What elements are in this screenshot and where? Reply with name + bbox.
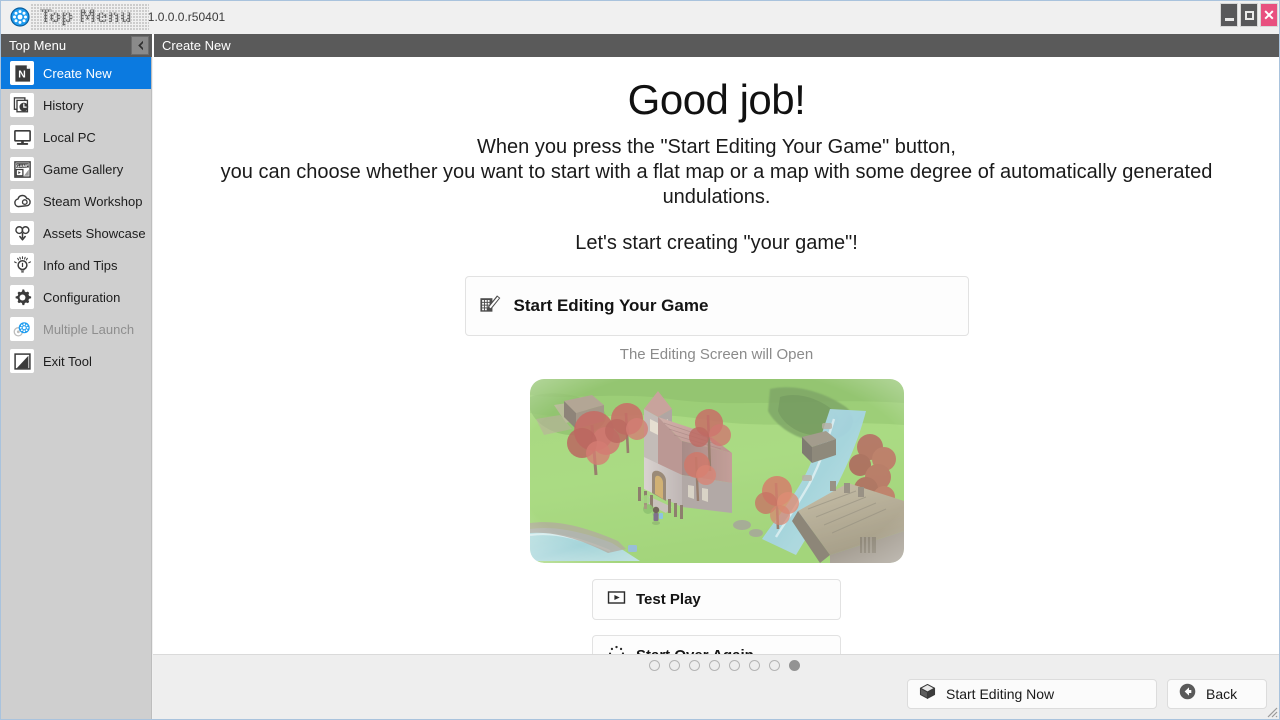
back-circle-arrow-icon (1178, 682, 1197, 706)
description-line-1: When you press the "Start Editing Your G… (477, 136, 956, 158)
new-document-n-icon: N (10, 61, 34, 85)
app-version: 1.0.0.0.r50401 (147, 10, 226, 24)
monitor-icon (10, 125, 34, 149)
sidebar-item-steam-workshop[interactable]: Steam Workshop (1, 185, 151, 217)
history-clock-icon (10, 93, 34, 117)
dotted-refresh-icon (607, 644, 626, 654)
close-icon: ✕ (1263, 7, 1275, 23)
main-content: Good job! When you press the "Start Edit… (153, 57, 1279, 654)
play-box-icon (607, 588, 626, 612)
breadcrumb: Create New (162, 38, 231, 53)
window-controls: ✕ (1220, 1, 1279, 33)
svg-text:N: N (18, 69, 26, 80)
pagination-dot[interactable] (689, 660, 700, 671)
pagination-dot-active[interactable] (789, 660, 800, 671)
sidebar-item-label: Game Gallery (43, 161, 124, 177)
sidebar-item-label: Configuration (43, 289, 121, 305)
pagination-dots (649, 660, 800, 671)
maximize-icon (1244, 10, 1254, 20)
close-button[interactable]: ✕ (1260, 3, 1278, 27)
sidebar-item-label: Multiple Launch (43, 321, 135, 337)
page-description: When you press the "Start Editing Your G… (153, 135, 1279, 210)
page-title: Good job! (627, 76, 806, 123)
sidebar-item-info-and-tips[interactable]: Info and Tips (1, 249, 151, 281)
description-line-3: undulations. (662, 186, 771, 208)
multi-gears-blue-icon (10, 317, 34, 341)
start-over-again-button[interactable]: Start Over Again (592, 635, 841, 654)
sidebar-item-label: Info and Tips (43, 257, 118, 273)
app-title: Top Menu (40, 7, 132, 27)
preview-image (529, 379, 904, 563)
sidebar-item-game-gallery[interactable]: GAME Game Gallery (1, 153, 151, 185)
back-button[interactable]: Back (1167, 679, 1267, 709)
game-screenshot-village-chapel (529, 379, 904, 563)
start-editing-your-game-label: Start Editing Your Game (513, 296, 709, 315)
test-play-button[interactable]: Test Play (592, 579, 841, 620)
cube-icon (918, 682, 937, 706)
game-card-icon: GAME (10, 157, 34, 181)
sidebar-header-title: Top Menu (9, 38, 67, 53)
lightbulb-icon (10, 253, 34, 277)
cloud-icon (10, 189, 34, 213)
call-to-action-text: Let's start creating "your game"! (575, 232, 858, 254)
test-play-label: Test Play (636, 591, 701, 608)
breadcrumb-bar: Create New (154, 34, 1279, 57)
gear-icon (10, 285, 34, 309)
sidebar-item-label: Assets Showcase (43, 225, 146, 241)
pagination-dot[interactable] (669, 660, 680, 671)
sidebar-item-label: Steam Workshop (43, 193, 143, 209)
sidebar-item-local-pc[interactable]: Local PC (1, 121, 151, 153)
sidebar-item-assets-showcase[interactable]: Assets Showcase (1, 217, 151, 249)
pagination-dot[interactable] (649, 660, 660, 671)
start-editing-now-label: Start Editing Now (946, 686, 1055, 702)
chevron-left-icon (137, 40, 143, 51)
editing-screen-note: The Editing Screen will Open (619, 346, 814, 363)
pagination-dot[interactable] (769, 660, 780, 671)
start-editing-your-game-button[interactable]: Start Editing Your Game (464, 276, 969, 336)
sidebar-item-label: Exit Tool (43, 353, 92, 369)
back-label: Back (1206, 686, 1238, 702)
description-line-2: you can choose whether you want to start… (220, 161, 1213, 183)
title-bar: Top Menu 1.0.0.0.r50401 ✕ (1, 1, 1279, 33)
sidebar-collapse-button[interactable] (131, 36, 149, 55)
sidebar-item-label: Create New (43, 65, 112, 81)
exit-door-icon (10, 349, 34, 373)
application-window: Top Menu 1.0.0.0.r50401 ✕ Top Menu Creat… (0, 0, 1280, 720)
sidebar-item-label: Local PC (43, 129, 96, 145)
app-logo-icon (10, 7, 30, 27)
footer-buttons: Start Editing Now Back (907, 679, 1267, 709)
chain-download-icon (10, 221, 34, 245)
sidebar-item-configuration[interactable]: Configuration (1, 281, 151, 313)
sidebar-item-exit-tool[interactable]: Exit Tool (1, 345, 151, 377)
header-strip: Top Menu Create New (1, 34, 1279, 57)
pagination-dot[interactable] (749, 660, 760, 671)
start-over-again-label: Start Over Again (636, 647, 754, 654)
minimize-button[interactable] (1220, 3, 1238, 27)
minimize-icon (1224, 17, 1234, 21)
pagination-dot[interactable] (729, 660, 740, 671)
svg-text:GAME: GAME (16, 163, 29, 168)
edit-map-pencil-icon (478, 291, 503, 321)
sidebar-item-history[interactable]: History (1, 89, 151, 121)
sidebar-header: Top Menu (1, 34, 152, 57)
sidebar: N Create New History Local PC GAME Game … (1, 57, 152, 719)
sidebar-item-multiple-launch[interactable]: Multiple Launch (1, 313, 151, 345)
sidebar-item-create-new[interactable]: N Create New (1, 57, 151, 89)
maximize-button[interactable] (1240, 3, 1258, 27)
start-editing-now-button[interactable]: Start Editing Now (907, 679, 1157, 709)
footer-bar: Start Editing Now Back (153, 654, 1279, 719)
pagination-dot[interactable] (709, 660, 720, 671)
sidebar-item-label: History (43, 97, 84, 113)
resize-grip[interactable] (1264, 704, 1278, 718)
